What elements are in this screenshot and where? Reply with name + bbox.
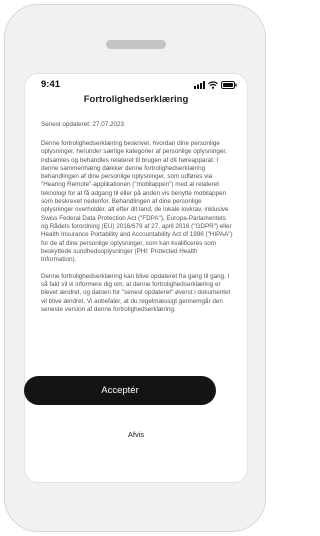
policy-paragraph: Denne fortrolighedserklæring beskriver, … [41,140,233,264]
accept-button[interactable]: Acceptér [24,376,216,405]
policy-body: Denne fortrolighedserklæring beskriver, … [41,140,233,323]
page-title: Fortrolighedserklæring [83,94,189,105]
policy-paragraph: Denne fortrolighedserklæring kan blive o… [41,272,231,313]
decline-button[interactable]: Afvis [0,430,272,439]
last-updated-text: Senest opdateret: 27.07.2023 [41,121,124,128]
wifi-icon [208,80,218,89]
status-bar: 9:41 [25,74,247,96]
status-time: 9:41 [41,79,61,90]
battery-icon [221,80,237,89]
status-icons [194,80,237,89]
phone-speaker [106,40,166,49]
signal-icon [194,80,205,89]
app-screen: 9:41 Fortrolighedserklæring Senest opdat… [25,74,247,482]
